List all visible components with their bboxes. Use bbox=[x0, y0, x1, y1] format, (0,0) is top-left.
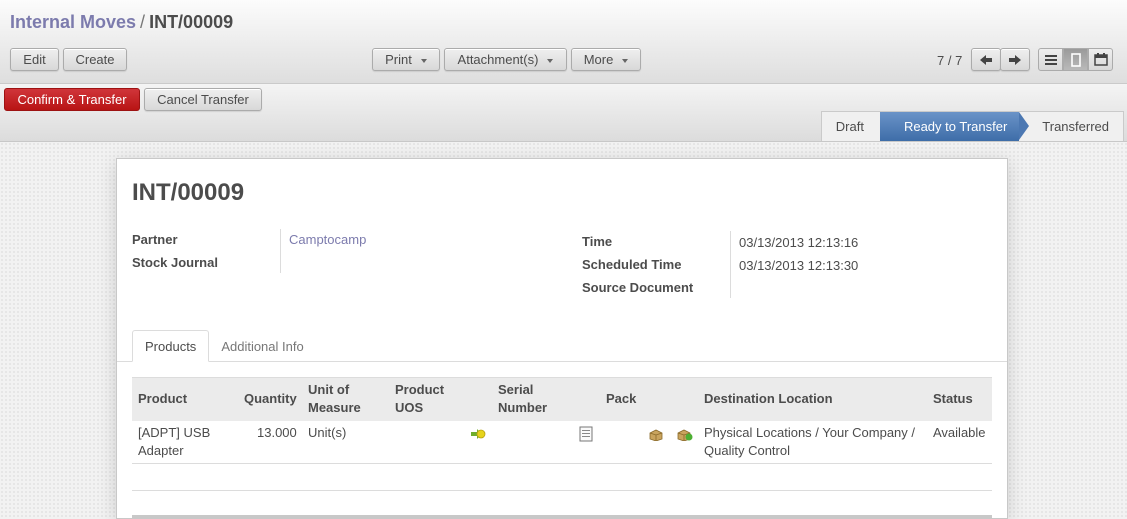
column-header-quantity[interactable]: Quantity bbox=[244, 390, 297, 408]
control-panel: Internal Moves / INT/00009 Edit Create Pri… bbox=[0, 0, 1127, 84]
source-document-label: Source Document bbox=[582, 280, 694, 295]
row-divider bbox=[132, 490, 992, 491]
state-draft[interactable]: Draft bbox=[822, 112, 880, 141]
cell-destination[interactable]: Physical Locations / Your Company / Quali… bbox=[704, 424, 915, 460]
more-dropdown[interactable]: More bbox=[571, 48, 641, 71]
breadcrumb-current: INT/00009 bbox=[149, 12, 234, 32]
column-header-uom-line2: Measure bbox=[308, 400, 361, 415]
cell-status[interactable]: Available bbox=[933, 424, 986, 442]
statusbar-header: Confirm & Transfer Cancel Transfer Draft… bbox=[0, 84, 1127, 142]
more-label: More bbox=[583, 52, 614, 67]
column-header-serial[interactable]: Serial Number bbox=[498, 381, 547, 417]
edit-button[interactable]: Edit bbox=[10, 48, 59, 71]
print-label: Print bbox=[385, 52, 412, 67]
column-header-uos-line2: UOS bbox=[395, 400, 424, 415]
form-sheet: INT/00009 Partner Stock Journal Camptoca… bbox=[116, 158, 1008, 519]
cell-destination-line1: Physical Locations / Your Company / bbox=[704, 425, 916, 440]
breadcrumb-parent-link[interactable]: Internal Moves bbox=[10, 12, 136, 32]
column-header-uos-line1: Product bbox=[395, 382, 445, 397]
state-transferred[interactable]: Transferred bbox=[1019, 112, 1123, 141]
breadcrumb-separator: / bbox=[140, 12, 146, 32]
cell-destination-line2: Quality Control bbox=[704, 443, 790, 458]
row-divider bbox=[132, 463, 992, 464]
scheduled-time-label: Scheduled Time bbox=[582, 257, 682, 272]
scheduled-time-value: 03/13/2013 12:13:30 bbox=[739, 258, 859, 273]
cell-product-line2: Adapter bbox=[138, 443, 184, 458]
column-header-product[interactable]: Product bbox=[138, 390, 187, 408]
time-value: 03/13/2013 12:13:16 bbox=[739, 235, 859, 250]
column-header-uom[interactable]: Unit of Measure bbox=[308, 381, 361, 417]
package-icon[interactable] bbox=[648, 429, 664, 441]
state-pipeline: Draft Ready to Transfer Transferred bbox=[820, 111, 1124, 141]
column-header-serial-line2: Number bbox=[498, 400, 548, 415]
pager-counter: 7 / 7 bbox=[937, 53, 963, 68]
form-view-button[interactable] bbox=[1063, 48, 1088, 71]
view-switcher bbox=[1038, 48, 1113, 71]
tab-additional-info[interactable]: Additional Info bbox=[209, 330, 315, 362]
calendar-view-button[interactable] bbox=[1088, 48, 1113, 71]
column-header-destination[interactable]: Destination Location bbox=[704, 390, 833, 408]
create-button[interactable]: Create bbox=[63, 48, 127, 71]
caret-down-icon bbox=[622, 59, 629, 63]
column-header-status[interactable]: Status bbox=[933, 390, 973, 408]
caret-down-icon bbox=[420, 59, 427, 63]
column-header-uom-line1: Unit of bbox=[308, 382, 350, 397]
arrow-right-icon bbox=[1009, 54, 1021, 65]
stock-journal-label: Stock Journal bbox=[132, 255, 218, 270]
partner-value-link[interactable]: Camptocamp bbox=[289, 232, 366, 247]
document-icon[interactable] bbox=[579, 426, 593, 442]
column-header-pack[interactable]: Pack bbox=[606, 390, 636, 408]
notebook-tabs: Products Additional Info bbox=[132, 330, 316, 362]
cell-quantity[interactable]: 13.000 bbox=[257, 424, 297, 442]
cell-uom[interactable]: Unit(s) bbox=[308, 424, 346, 442]
caret-down-icon bbox=[547, 59, 554, 63]
field-divider bbox=[730, 231, 731, 298]
arrow-left-icon bbox=[980, 54, 992, 65]
attachments-dropdown[interactable]: Attachment(s) bbox=[444, 48, 567, 71]
print-dropdown[interactable]: Print bbox=[372, 48, 440, 71]
column-header-uos[interactable]: Product UOS bbox=[395, 381, 444, 417]
tab-products[interactable]: Products bbox=[132, 330, 210, 362]
form-view-icon bbox=[1070, 52, 1081, 67]
record-title: INT/00009 bbox=[132, 179, 245, 206]
field-divider bbox=[280, 229, 281, 273]
list-view-icon bbox=[1044, 54, 1057, 65]
table-footer bbox=[132, 515, 992, 518]
column-header-serial-line1: Serial bbox=[498, 382, 534, 397]
state-ready-to-transfer[interactable]: Ready to Transfer bbox=[879, 112, 1030, 141]
package-add-icon[interactable] bbox=[676, 429, 693, 441]
attachments-label: Attachment(s) bbox=[457, 52, 539, 67]
cell-product-line1: [ADPT] USB bbox=[138, 425, 211, 440]
breadcrumb: Internal Moves / INT/00009 bbox=[10, 12, 233, 33]
confirm-transfer-button[interactable]: Confirm & Transfer bbox=[4, 88, 140, 111]
list-view-button[interactable] bbox=[1038, 48, 1063, 71]
split-icon[interactable] bbox=[470, 428, 486, 440]
partner-label: Partner bbox=[132, 232, 178, 247]
cancel-transfer-button[interactable]: Cancel Transfer bbox=[144, 88, 262, 111]
cell-product[interactable]: [ADPT] USB Adapter bbox=[138, 424, 210, 460]
pager-next-button[interactable] bbox=[1000, 48, 1030, 71]
time-label: Time bbox=[582, 234, 613, 249]
calendar-view-icon bbox=[1093, 53, 1108, 66]
pager-previous-button[interactable] bbox=[971, 48, 1001, 71]
